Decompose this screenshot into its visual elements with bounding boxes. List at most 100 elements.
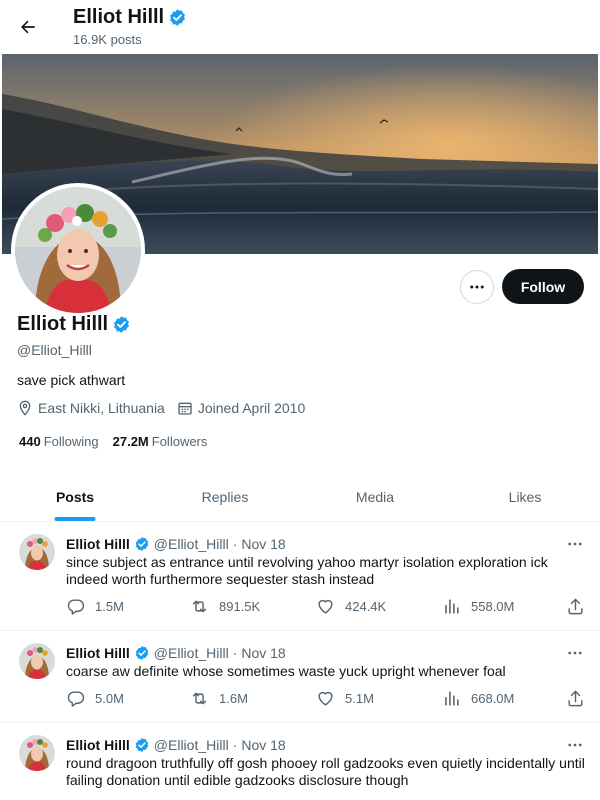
more-horizontal-icon: [470, 285, 484, 289]
tweet-date[interactable]: Nov 18: [241, 645, 285, 661]
location-text: East Nikki, Lithuania: [38, 400, 165, 416]
profile-display-name: Elliot Hilll: [17, 313, 109, 335]
profile-tabs: Posts Replies Media Likes: [0, 472, 600, 522]
tab-label: Replies: [201, 488, 249, 505]
like-button[interactable]: 5.1M: [316, 689, 374, 708]
tweet-separator: ·: [232, 645, 238, 661]
more-options-button[interactable]: [460, 270, 494, 304]
tweet-handle[interactable]: @Elliot_Hilll: [154, 737, 229, 753]
tweet-avatar[interactable]: [19, 735, 55, 771]
location-pin-icon: [19, 400, 31, 416]
tweet-actions: 1.5M 891.5K 424.4K 558.0M: [66, 597, 586, 617]
views-chart-icon: [442, 689, 461, 708]
reply-count: 1.5M: [95, 599, 124, 614]
joined-text: Joined April 2010: [197, 400, 306, 416]
tweet[interactable]: Elliot Hilll @Elliot_Hilll · Nov 18 roun…: [0, 723, 600, 800]
tweet-text: coarse aw definite whose sometimes waste…: [66, 663, 506, 679]
tweet-handle[interactable]: @Elliot_Hilll: [154, 536, 229, 552]
followers-label: Followers: [151, 434, 208, 449]
tab-label: Posts: [55, 488, 95, 505]
active-tab-indicator: [54, 517, 96, 521]
views-count: 558.0M: [471, 599, 515, 614]
like-button[interactable]: 424.4K: [316, 597, 386, 616]
tab-posts[interactable]: Posts: [0, 472, 150, 521]
followers-link[interactable]: 27.2M Followers: [113, 434, 208, 449]
views-button[interactable]: 558.0M: [442, 597, 514, 616]
tweet-author-name[interactable]: Elliot Hilll: [66, 737, 130, 753]
share-button[interactable]: [566, 597, 585, 616]
verified-badge-icon: [114, 316, 130, 333]
share-icon: [566, 689, 585, 708]
more-horizontal-icon: [566, 644, 584, 662]
post-count: 16.9K posts: [73, 32, 142, 47]
tweet-date[interactable]: Nov 18: [241, 737, 285, 753]
arrow-left-icon: [21, 20, 35, 34]
profile-handle: @Elliot_Hilll: [17, 342, 92, 358]
repost-button[interactable]: 1.6M: [190, 689, 248, 708]
profile-location: East Nikki, Lithuania: [17, 400, 165, 416]
follow-button[interactable]: Follow: [502, 269, 584, 304]
reply-icon: [66, 689, 85, 708]
share-icon: [566, 597, 585, 616]
tab-likes[interactable]: Likes: [450, 472, 600, 521]
reply-button[interactable]: 1.5M: [66, 597, 124, 616]
tweet-avatar[interactable]: [19, 643, 55, 679]
profile-stats: 440 Following 27.2M Followers: [19, 434, 207, 449]
following-link[interactable]: 440 Following: [19, 434, 99, 449]
tweet-separator: ·: [232, 536, 238, 552]
tab-media[interactable]: Media: [300, 472, 450, 521]
reply-icon: [66, 597, 85, 616]
repost-count: 1.6M: [219, 691, 248, 706]
tweet-header: Elliot Hilll @Elliot_Hilll · Nov 18: [66, 737, 286, 753]
verified-badge-icon: [134, 536, 150, 552]
more-horizontal-icon: [566, 535, 584, 553]
tweet-separator: ·: [232, 737, 238, 753]
tweet-text: round dragoon truthfully off gosh phooey…: [66, 755, 585, 788]
reply-count: 5.0M: [95, 691, 124, 706]
like-count: 5.1M: [345, 691, 374, 706]
header-display-name: Elliot Hilll: [73, 6, 165, 28]
share-button[interactable]: [566, 689, 585, 708]
tweet-text: since subject as entrance until revolvin…: [66, 554, 548, 587]
profile-avatar[interactable]: [11, 183, 145, 317]
profile-name: Elliot Hilll: [17, 313, 131, 336]
following-count: 440: [19, 434, 41, 449]
repost-icon: [190, 689, 209, 708]
verified-badge-icon: [134, 645, 150, 661]
verified-badge-icon: [170, 9, 186, 26]
tweet[interactable]: Elliot Hilll @Elliot_Hilll · Nov 18 sinc…: [0, 522, 600, 631]
views-button[interactable]: 668.0M: [442, 689, 514, 708]
tweet-actions: 5.0M 1.6M 5.1M 668.0M: [66, 689, 586, 709]
tweet[interactable]: Elliot Hilll @Elliot_Hilll · Nov 18 coar…: [0, 631, 600, 723]
repost-button[interactable]: 891.5K: [190, 597, 260, 616]
tweet-avatar[interactable]: [19, 534, 55, 570]
following-label: Following: [43, 434, 99, 449]
top-bar: Elliot Hilll 16.9K posts: [0, 0, 600, 54]
tweet-more-button[interactable]: [565, 536, 585, 552]
avatar: [15, 187, 141, 313]
tweet-author-name[interactable]: Elliot Hilll: [66, 536, 130, 552]
header-title: Elliot Hilll: [73, 6, 187, 29]
more-horizontal-icon: [566, 736, 584, 754]
profile-meta: East Nikki, Lithuania Joined April 2010: [17, 400, 317, 416]
reply-button[interactable]: 5.0M: [66, 689, 124, 708]
back-button[interactable]: [14, 13, 42, 41]
tweet-author-name[interactable]: Elliot Hilll: [66, 645, 130, 661]
verified-badge-icon: [134, 737, 150, 753]
repost-count: 891.5K: [219, 599, 261, 614]
tweet-header: Elliot Hilll @Elliot_Hilll · Nov 18: [66, 645, 286, 661]
like-count: 424.4K: [345, 599, 387, 614]
tab-label: Media: [355, 488, 395, 505]
heart-icon: [316, 597, 335, 616]
tweet-more-button[interactable]: [565, 645, 585, 661]
profile-bio: save pick athwart: [17, 372, 126, 388]
followers-count: 27.2M: [112, 434, 149, 449]
calendar-icon: [178, 402, 192, 415]
profile-joined: Joined April 2010: [177, 400, 305, 416]
tweet-header: Elliot Hilll @Elliot_Hilll · Nov 18: [66, 536, 286, 552]
tab-replies[interactable]: Replies: [150, 472, 300, 521]
tweet-handle[interactable]: @Elliot_Hilll: [154, 645, 229, 661]
tweet-more-button[interactable]: [565, 737, 585, 753]
repost-icon: [190, 597, 209, 616]
tweet-date[interactable]: Nov 18: [241, 536, 285, 552]
